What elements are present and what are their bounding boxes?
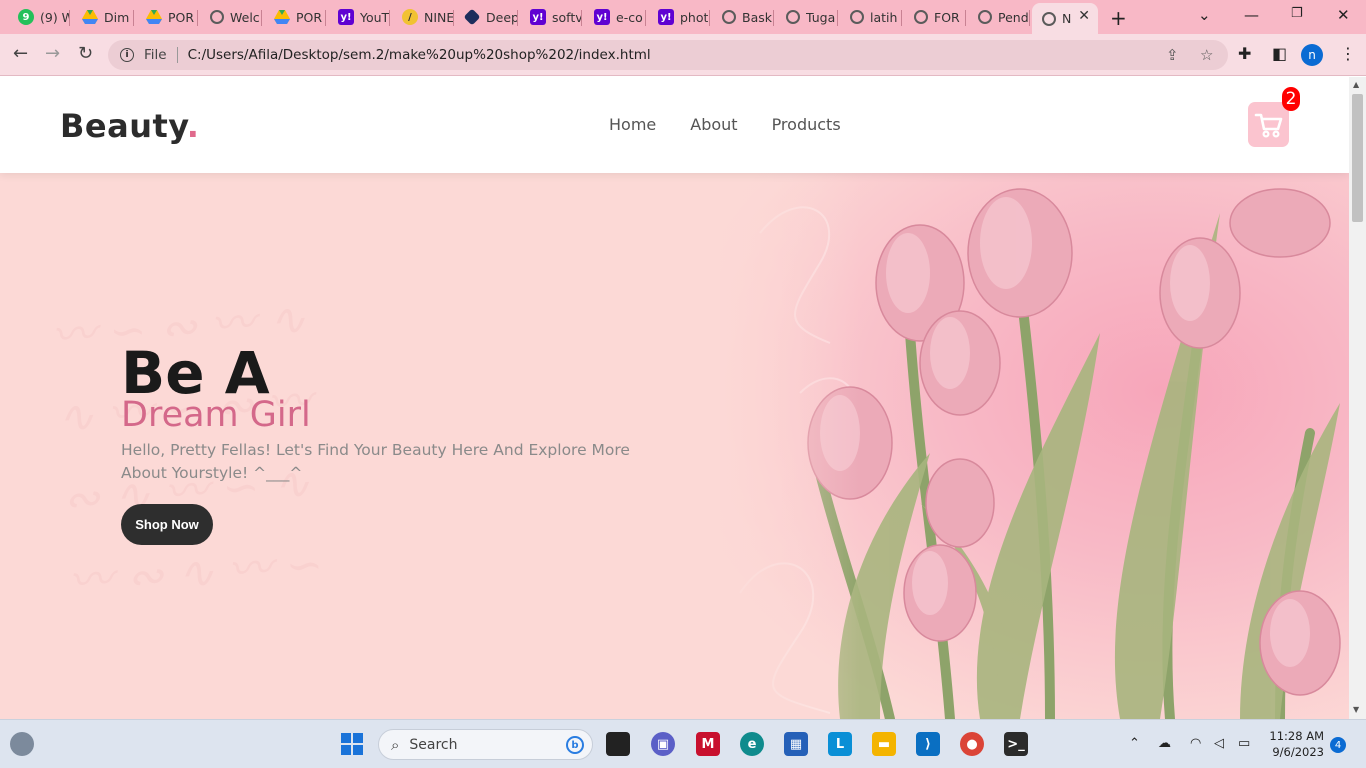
- drive-icon: [82, 9, 98, 25]
- globe-icon: [210, 10, 224, 24]
- browser-tab[interactable]: Dim: [72, 3, 134, 31]
- minimize-button[interactable]: —: [1244, 6, 1259, 24]
- browser-tab[interactable]: POR: [136, 3, 198, 31]
- browser-tab[interactable]: 9 (9) W: [8, 3, 70, 31]
- browser-tab[interactable]: Pend: [968, 3, 1030, 31]
- browser-tab[interactable]: latih: [840, 3, 902, 31]
- close-tab-icon[interactable]: ✕: [1078, 8, 1090, 24]
- scroll-down-arrow-icon[interactable]: ▼: [1353, 705, 1359, 714]
- cart-count-badge: 2: [1282, 87, 1300, 111]
- restore-button[interactable]: ❐: [1291, 6, 1303, 21]
- browser-tab-strip: 9 (9) W Dim POR Welc POR y! YouT / NINE Dee…: [0, 0, 1366, 34]
- browser-tab[interactable]: y! phot: [648, 3, 710, 31]
- main-nav: Home About Products: [609, 115, 841, 134]
- browser-tab[interactable]: Tuga: [776, 3, 838, 31]
- browser-tab[interactable]: y! e-co: [584, 3, 646, 31]
- battery-icon[interactable]: ▭: [1238, 736, 1250, 751]
- nav-about-link[interactable]: About: [690, 115, 737, 134]
- teams-chat-icon[interactable]: ▣: [651, 732, 675, 756]
- store-icon[interactable]: ▦: [784, 732, 808, 756]
- search-icon: ⌕: [391, 735, 400, 754]
- onedrive-offline-icon[interactable]: ☁: [1158, 736, 1171, 751]
- tab-search-chevron-icon[interactable]: ⌄: [1198, 6, 1211, 24]
- forward-arrow-icon[interactable]: →: [45, 43, 60, 64]
- vscode-icon[interactable]: ⟩: [916, 732, 940, 756]
- volume-icon[interactable]: ◁: [1214, 736, 1224, 751]
- browser-tab[interactable]: FOR: [904, 3, 966, 31]
- share-icon[interactable]: ⇪: [1166, 46, 1179, 64]
- system-clock[interactable]: 11:28 AM 9/6/2023: [1268, 728, 1324, 760]
- globe-icon: [914, 10, 928, 24]
- browser-tab[interactable]: Welc: [200, 3, 262, 31]
- browser-tab[interactable]: y! YouT: [328, 3, 390, 31]
- cart-button[interactable]: [1248, 102, 1289, 147]
- start-windows-icon[interactable]: [340, 732, 364, 756]
- yahoo-icon: y!: [658, 9, 674, 25]
- yahoo-icon: y!: [338, 9, 354, 25]
- page-scrollbar[interactable]: ▲ ▼: [1349, 77, 1366, 719]
- bing-icon[interactable]: b: [566, 736, 584, 754]
- page-viewport: Beauty. Home About Products 2 〰 ∽ ∾ 〰 ∿ …: [0, 77, 1349, 719]
- browser-tab[interactable]: POR: [264, 3, 326, 31]
- new-tab-button[interactable]: +: [1110, 6, 1127, 30]
- globe-icon: [786, 10, 800, 24]
- mcafee-icon[interactable]: M: [696, 732, 720, 756]
- scroll-up-arrow-icon[interactable]: ▲: [1353, 80, 1359, 89]
- nav-home-link[interactable]: Home: [609, 115, 656, 134]
- wifi-icon[interactable]: ◠: [1190, 736, 1201, 751]
- shop-now-button[interactable]: Shop Now: [121, 504, 213, 545]
- tray-chevron-up-icon[interactable]: ⌃: [1129, 736, 1140, 751]
- reload-icon[interactable]: ↻: [78, 43, 93, 64]
- browser-tab-active[interactable]: N ✕: [1032, 3, 1098, 34]
- edge-icon[interactable]: e: [740, 732, 764, 756]
- globe-icon: [1042, 11, 1056, 26]
- yahoo-icon: y!: [594, 9, 610, 25]
- browser-tab[interactable]: Deep: [456, 3, 518, 31]
- cart-icon: [1254, 113, 1282, 138]
- chrome-icon[interactable]: ●: [960, 732, 984, 756]
- site-header: Beauty. Home About Products 2: [0, 77, 1349, 173]
- taskbar: ⌕ Search b ▣ M e ▦ L ▬ ⟩ ● >_ ⌃ ☁ ◠ ◁ ▭ …: [0, 719, 1366, 768]
- browser-tab[interactable]: y! softv: [520, 3, 582, 31]
- widgets-icon[interactable]: [10, 732, 34, 756]
- browser-tab[interactable]: Bask: [712, 3, 774, 31]
- deepl-icon: [463, 8, 481, 26]
- drive-icon: [274, 9, 290, 25]
- nav-products-link[interactable]: Products: [772, 115, 841, 134]
- side-panel-icon[interactable]: ◧: [1272, 44, 1287, 63]
- close-window-button[interactable]: ✕: [1337, 6, 1350, 24]
- task-view-icon[interactable]: [606, 732, 630, 756]
- hero-subtitle: Dream Girl: [121, 395, 311, 435]
- globe-icon: [722, 10, 736, 24]
- hero-description: Hello, Pretty Fellas! Let's Find Your Be…: [121, 441, 630, 482]
- scheme-label: File: [144, 47, 167, 63]
- yahoo-icon: y!: [530, 9, 546, 25]
- notification-badge[interactable]: 4: [1330, 737, 1346, 753]
- scrollbar-thumb[interactable]: [1352, 94, 1363, 222]
- drive-icon: [146, 9, 162, 25]
- browser-tab[interactable]: / NINE: [392, 3, 454, 31]
- menu-kebab-icon[interactable]: ⋮: [1340, 44, 1356, 63]
- globe-icon: [850, 10, 864, 24]
- bookmark-star-icon[interactable]: ☆: [1200, 46, 1213, 64]
- info-icon[interactable]: i: [120, 48, 134, 62]
- browser-toolbar: ← → ↻ i File C:/Users/Afila/Desktop/sem.…: [0, 34, 1366, 76]
- whatsapp-icon: 9: [18, 9, 34, 25]
- back-arrow-icon[interactable]: ←: [13, 43, 28, 64]
- nine-icon: /: [402, 9, 418, 25]
- file-explorer-icon[interactable]: ▬: [872, 732, 896, 756]
- extensions-puzzle-icon[interactable]: ✚: [1238, 44, 1251, 63]
- taskbar-search[interactable]: ⌕ Search b: [378, 729, 593, 760]
- l-app-icon[interactable]: L: [828, 732, 852, 756]
- globe-icon: [978, 10, 992, 24]
- terminal-icon[interactable]: >_: [1004, 732, 1028, 756]
- address-bar[interactable]: i File C:/Users/Afila/Desktop/sem.2/make…: [108, 40, 1228, 70]
- url-text[interactable]: C:/Users/Afila/Desktop/sem.2/make%20up%2…: [188, 47, 651, 63]
- site-logo[interactable]: Beauty.: [60, 107, 199, 145]
- profile-avatar[interactable]: n: [1301, 44, 1323, 66]
